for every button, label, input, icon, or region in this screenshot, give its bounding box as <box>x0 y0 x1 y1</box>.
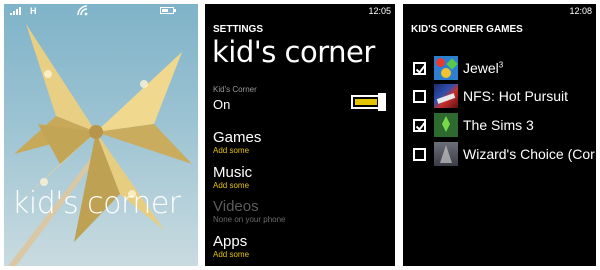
clock: 12:08 <box>569 6 592 16</box>
settings-panel: 12:05 SETTINGS kid's corner Kid's Corner… <box>205 4 395 266</box>
nfs-icon <box>434 84 458 108</box>
status-bar: H <box>4 4 198 18</box>
wizard-icon <box>434 142 458 166</box>
kids-corner-toggle[interactable] <box>351 93 386 111</box>
games-header: KID'S CORNER GAMES <box>411 24 523 35</box>
game-name-superscript: 3 <box>498 60 504 70</box>
item-subtitle: Add some <box>213 146 250 155</box>
checkbox[interactable] <box>413 61 426 75</box>
item-label: Games <box>213 129 262 146</box>
checkbox[interactable] <box>413 89 426 103</box>
lockscreen-title: kid's corner <box>12 186 181 221</box>
game-row-sims[interactable]: The Sims 3 <box>413 113 534 137</box>
clock: 12:05 <box>368 6 391 16</box>
item-subtitle: Add some <box>213 181 250 190</box>
game-row-jewel[interactable]: Jewel3 <box>413 56 504 80</box>
checkbox[interactable] <box>413 147 426 161</box>
item-label: Apps <box>213 233 248 250</box>
settings-item-videos: Videos None on your phone <box>213 198 286 225</box>
pinwheel-image <box>8 24 192 266</box>
page-title: kid's corner <box>212 35 375 69</box>
sims-icon <box>434 113 458 137</box>
settings-item-music[interactable]: Music Add some <box>213 164 252 191</box>
toggle-thumb[interactable] <box>378 93 386 111</box>
status-bar: 12:05 <box>205 4 395 18</box>
network-type: H <box>30 6 37 16</box>
games-panel: 12:08 KID'S CORNER GAMES Jewel3 NFS: Hot… <box>403 4 596 266</box>
game-row-nfs[interactable]: NFS: Hot Pursuit <box>413 84 569 108</box>
game-row-wizard[interactable]: Wizard's Choice (Cor <box>413 142 595 166</box>
check-icon <box>415 64 426 74</box>
checkbox[interactable] <box>413 118 426 132</box>
signal-icon <box>10 7 21 15</box>
wifi-icon <box>77 5 88 16</box>
settings-header: SETTINGS <box>213 24 264 35</box>
settings-item-games[interactable]: Games Add some <box>213 129 261 156</box>
toggle-fill <box>355 99 377 105</box>
item-subtitle: None on your phone <box>213 215 286 224</box>
check-icon <box>415 121 426 131</box>
game-name: Wizard's Choice (Cor <box>463 146 595 162</box>
item-subtitle: Add some <box>213 250 250 259</box>
lockscreen-panel: H kid's corner <box>4 4 198 266</box>
item-label: Videos <box>213 198 259 215</box>
jewel-icon <box>434 56 458 80</box>
item-label: Music <box>213 164 253 181</box>
toggle-state: On <box>213 97 231 112</box>
battery-icon <box>160 7 176 14</box>
game-name: NFS: Hot Pursuit <box>463 88 569 104</box>
game-name: The Sims 3 <box>463 117 534 133</box>
toggle-caption: Kid's Corner <box>213 85 257 94</box>
settings-item-apps[interactable]: Apps Add some <box>213 233 249 260</box>
game-name: Jewel3 <box>463 60 504 76</box>
status-bar: 12:08 <box>403 4 596 18</box>
